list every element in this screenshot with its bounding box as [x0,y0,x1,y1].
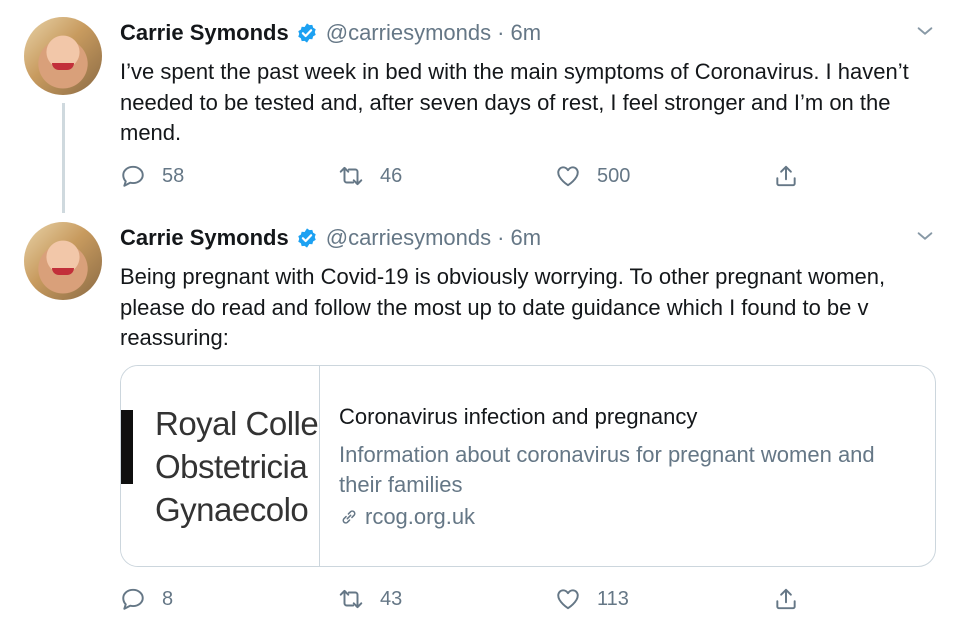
retweet-count: 43 [380,587,403,610]
share-button[interactable] [773,583,799,615]
tweet-text: I’ve spent the past week in bed with the… [120,59,909,145]
card-thumbnail: Royal Colle Obstetricia Gynaecolo [121,366,320,566]
reply-count: 58 [162,164,185,187]
logo-line: Obstetricia [155,448,308,485]
avatar[interactable] [24,222,102,300]
author-name[interactable]: Carrie Symonds [120,225,289,251]
like-icon [557,166,579,187]
separator-dot: · [497,20,505,45]
reply-button[interactable]: 58 [120,160,184,192]
logo-bar [121,410,133,484]
retweet-icon [339,166,363,186]
share-icon [776,165,796,187]
verified-badge-icon [298,228,316,248]
card-title: Coronavirus infection and pregnancy [339,404,698,429]
like-icon [557,589,579,610]
chevron-down-icon[interactable] [914,225,936,247]
tweet-actions: 58 46 500 [120,160,840,192]
reply-count: 8 [162,587,174,610]
share-button[interactable] [773,160,799,192]
card-domain: rcog.org.uk [339,504,919,530]
avatar[interactable] [24,17,102,95]
author-handle[interactable]: @carriesymonds [326,20,491,46]
like-count: 113 [597,587,629,610]
tweet[interactable]: Carrie Symonds @carriesymonds · 6m I’ve … [0,0,962,213]
author-name[interactable]: Carrie Symonds [120,20,289,46]
like-count: 500 [597,164,631,187]
chevron-down-icon[interactable] [914,20,936,42]
share-icon [776,588,796,610]
tweet-text: Being pregnant with Covid-19 is obviousl… [120,264,886,350]
link-icon [342,510,356,524]
retweet-icon [339,589,363,609]
separator-dot: · [497,225,505,250]
tweet-header: Carrie Symonds @carriesymonds · 6m [120,223,541,253]
rcog-logo: Royal Colle Obstetricia Gynaecolo [155,402,319,531]
link-card[interactable]: Royal Colle Obstetricia Gynaecolo Corona… [120,365,936,567]
thread-line [62,103,65,213]
author-handle[interactable]: @carriesymonds [326,225,491,251]
retweet-count: 46 [380,164,403,187]
logo-line: Gynaecolo [155,491,309,528]
like-button[interactable]: 500 [555,160,630,192]
tweet-time[interactable]: 6m [510,225,541,251]
tweet-actions: 8 43 113 [120,583,840,615]
reply-icon [122,588,144,610]
reply-button[interactable]: 8 [120,583,173,615]
tweet-time[interactable]: 6m [510,20,541,46]
retweet-button[interactable]: 43 [338,583,402,615]
verified-badge-icon [298,23,316,43]
retweet-button[interactable]: 46 [338,160,402,192]
card-description: Information about coronavirus for pregna… [339,442,875,497]
reply-icon [122,165,144,187]
logo-line: Royal Colle [155,405,319,442]
tweet-header: Carrie Symonds @carriesymonds · 6m [120,18,541,48]
like-button[interactable]: 113 [555,583,629,615]
card-domain-text: rcog.org.uk [365,504,476,529]
tweet[interactable]: Carrie Symonds @carriesymonds · 6m Being… [0,205,962,631]
card-body: Coronavirus infection and pregnancy Info… [339,402,919,530]
